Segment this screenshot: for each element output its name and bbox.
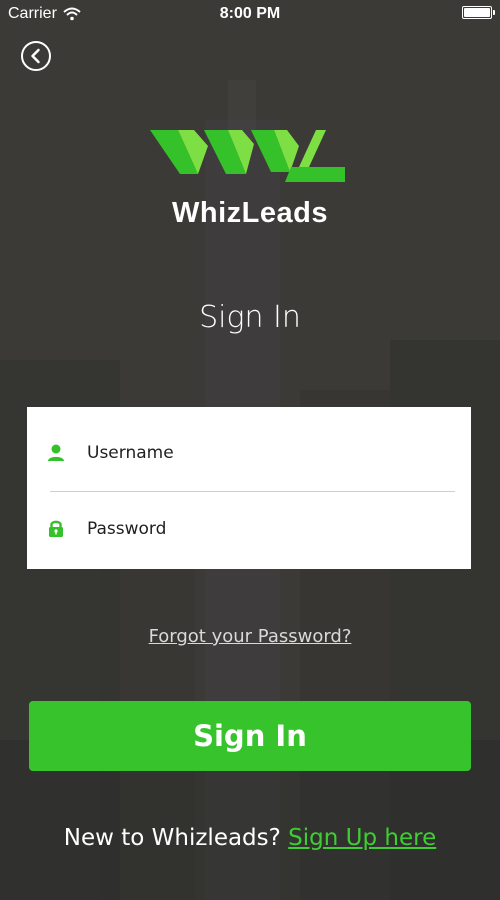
signup-prompt-text: New to Whizleads? [63,825,281,851]
forgot-password-link[interactable]: Forgot your Password? [0,626,500,647]
username-input[interactable] [85,442,429,464]
back-button[interactable] [20,40,52,72]
sign-in-button[interactable]: Sign In [29,701,471,771]
brand-logo: WhizLeads [0,122,500,237]
battery-fill [464,8,490,17]
brand-name: WhizLeads [172,197,328,229]
battery-tip [493,10,495,15]
status-right [462,6,495,19]
user-icon [48,444,64,461]
password-input[interactable] [85,518,429,540]
sign-in-screen: Carrier 8:00 PM WhizLeads Sign In Userna… [0,0,500,900]
username-row [27,413,471,493]
battery-icon [462,6,495,19]
whizleads-logo-icon [150,130,345,182]
page-title: Sign In [199,300,301,335]
password-row [27,489,471,569]
status-time: 8:00 PM [219,5,281,22]
status-bar: Carrier 8:00 PM [0,0,500,28]
signup-prompt-row: New to Whizleads? Sign Up here [0,825,500,851]
lock-icon [49,520,63,537]
signup-link[interactable]: Sign Up here [288,825,436,851]
sign-in-form [27,407,471,569]
